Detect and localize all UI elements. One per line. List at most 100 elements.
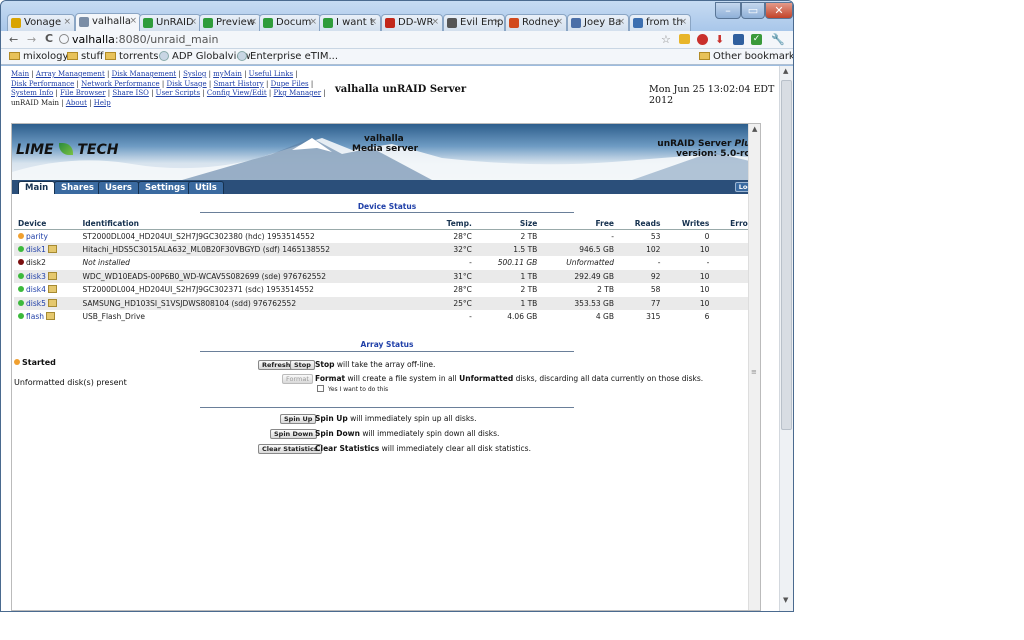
nav-link[interactable]: Smart History — [214, 80, 264, 88]
tab-close-icon[interactable]: × — [617, 15, 625, 30]
tab-close-icon[interactable]: × — [249, 15, 257, 30]
nav-link[interactable]: User Scripts — [156, 89, 200, 97]
maximize-button[interactable]: ▭ — [741, 2, 765, 19]
browser-tab[interactable]: I want t × — [319, 14, 381, 31]
tab-favicon-icon — [571, 18, 581, 28]
scroll-thumb-grip-icon[interactable]: ≡ — [751, 368, 757, 376]
browser-tab[interactable]: Vonage × — [7, 14, 75, 31]
browser-tab[interactable]: DD-WR × — [381, 14, 443, 31]
nav-link[interactable]: Help — [94, 99, 111, 107]
format-confirm-checkbox[interactable] — [317, 385, 324, 392]
nav-link[interactable]: Main — [11, 70, 29, 78]
tab-close-icon[interactable]: × — [63, 15, 71, 30]
bookmark-item[interactable]: stuff — [67, 51, 103, 62]
extension-check-icon[interactable]: ✓ — [751, 34, 762, 45]
device-name[interactable]: disk5 — [26, 299, 46, 308]
browse-folder-icon[interactable] — [47, 271, 57, 280]
browse-folder-icon[interactable] — [47, 298, 57, 307]
nav-link[interactable]: Network Performance — [81, 80, 160, 88]
reload-icon[interactable]: C — [45, 32, 53, 45]
browser-tab[interactable]: Rodney × — [505, 14, 567, 31]
browser-tab[interactable]: UnRAID × — [139, 14, 201, 31]
other-bookmarks[interactable]: Other bookmarks — [699, 51, 793, 62]
device-cell: disk3 — [14, 269, 79, 283]
nav-link[interactable]: Dupe Files — [271, 80, 309, 88]
tab-close-icon[interactable]: × — [189, 15, 197, 30]
device-name[interactable]: flash — [26, 312, 44, 321]
device-name[interactable]: disk4 — [26, 285, 46, 294]
nav-link[interactable]: System Info — [11, 89, 53, 97]
device-name[interactable]: disk1 — [26, 245, 46, 254]
bookmark-item[interactable]: Enterprise eTIM... — [237, 51, 338, 62]
extension-download-icon[interactable]: ⬇ — [715, 33, 724, 46]
tab-close-icon[interactable]: × — [555, 15, 563, 30]
nav-link[interactable]: Disk Performance — [11, 80, 74, 88]
address-bar[interactable]: valhalla:8080/unraid_main — [59, 32, 659, 48]
refresh-button[interactable]: Refresh — [258, 360, 295, 370]
nav-link[interactable]: myMain — [213, 70, 242, 78]
tab-close-icon[interactable]: × — [369, 15, 377, 30]
browse-folder-icon[interactable] — [47, 244, 57, 253]
spin-up-button[interactable]: Spin Up — [280, 414, 317, 424]
scroll-up-arrow-icon[interactable]: ▲ — [752, 125, 757, 133]
tab-close-icon[interactable]: × — [431, 15, 439, 30]
spin-divider — [200, 407, 574, 408]
browse-folder-icon[interactable] — [47, 285, 57, 294]
device-name[interactable]: parity — [26, 232, 48, 241]
nav-link[interactable]: About — [66, 99, 87, 107]
browser-tab[interactable]: Joey Ba × — [567, 14, 629, 31]
bookmark-label: stuff — [81, 51, 104, 62]
browser-tab[interactable]: Docum × — [259, 14, 321, 31]
spin-down-button[interactable]: Spin Down — [270, 429, 317, 439]
nav-link[interactable]: Share ISO — [112, 89, 149, 97]
extension-stop-icon[interactable] — [697, 34, 708, 45]
nav-link[interactable]: File Browser — [60, 89, 105, 97]
extension-crown-icon[interactable] — [679, 34, 690, 44]
tab-close-icon[interactable]: × — [679, 15, 687, 30]
nav-link[interactable]: Syslog — [183, 70, 206, 78]
tab-utils[interactable]: Utils — [188, 181, 224, 194]
browser-tab[interactable]: valhalla × — [75, 13, 141, 31]
browse-folder-icon[interactable] — [45, 312, 55, 321]
back-icon[interactable]: ← — [9, 33, 18, 46]
extension-box-icon[interactable] — [733, 34, 744, 45]
bookmark-star-icon[interactable]: ☆ — [661, 33, 671, 46]
minimize-button[interactable]: – — [715, 2, 741, 19]
tab-close-icon[interactable]: × — [309, 15, 317, 30]
nav-link[interactable]: Config View/Edit — [207, 89, 267, 97]
nav-link[interactable]: Useful Links — [249, 70, 293, 78]
tab-users[interactable]: Users — [98, 181, 139, 194]
browser-tab[interactable]: from th × — [629, 14, 691, 31]
cell-writes: 10 — [664, 242, 714, 256]
tab-close-icon[interactable]: × — [129, 14, 137, 29]
nav-link[interactable]: Disk Usage — [166, 80, 206, 88]
format-button[interactable]: Format — [282, 374, 313, 384]
forward-icon[interactable]: → — [27, 33, 36, 46]
stop-button[interactable]: Stop — [290, 360, 315, 370]
product-name: unRAID Server — [657, 139, 732, 149]
nav-link[interactable]: Pkg Manager — [273, 89, 321, 97]
device-name[interactable]: disk3 — [26, 272, 46, 281]
page-scroll-thumb[interactable] — [781, 80, 792, 430]
page-info-icon[interactable] — [59, 34, 69, 44]
column-header: Free — [541, 218, 618, 230]
links-row: Disk Performance | Network Performance |… — [11, 79, 314, 88]
format-desc-text-2: disks, discarding all data currently on … — [513, 374, 704, 383]
tab-shares[interactable]: Shares — [54, 181, 101, 194]
bookmark-item[interactable]: mixology — [9, 51, 68, 62]
nav-link[interactable]: Disk Management — [112, 70, 177, 78]
wrench-menu-icon[interactable]: 🔧 — [771, 33, 785, 46]
nav-link[interactable]: Array Management — [36, 70, 105, 78]
clear-statistics-button[interactable]: Clear Statistics — [258, 444, 322, 454]
page-scroll-up-icon[interactable]: ▲ — [783, 67, 788, 75]
inner-scrollbar[interactable]: ▲ ≡ — [748, 124, 760, 610]
tab-settings[interactable]: Settings — [138, 181, 193, 194]
close-window-button[interactable]: ✕ — [765, 2, 793, 19]
page-scroll-down-icon[interactable]: ▼ — [783, 596, 788, 604]
tab-close-icon[interactable]: × — [493, 15, 501, 30]
tab-main[interactable]: Main — [18, 181, 56, 194]
bookmark-item[interactable]: torrents — [105, 51, 159, 62]
browser-tab[interactable]: Evil Emp × — [443, 14, 505, 31]
page-scrollbar[interactable]: ▲ ▼ — [779, 66, 793, 611]
browser-tab[interactable]: Preview × — [199, 14, 261, 31]
